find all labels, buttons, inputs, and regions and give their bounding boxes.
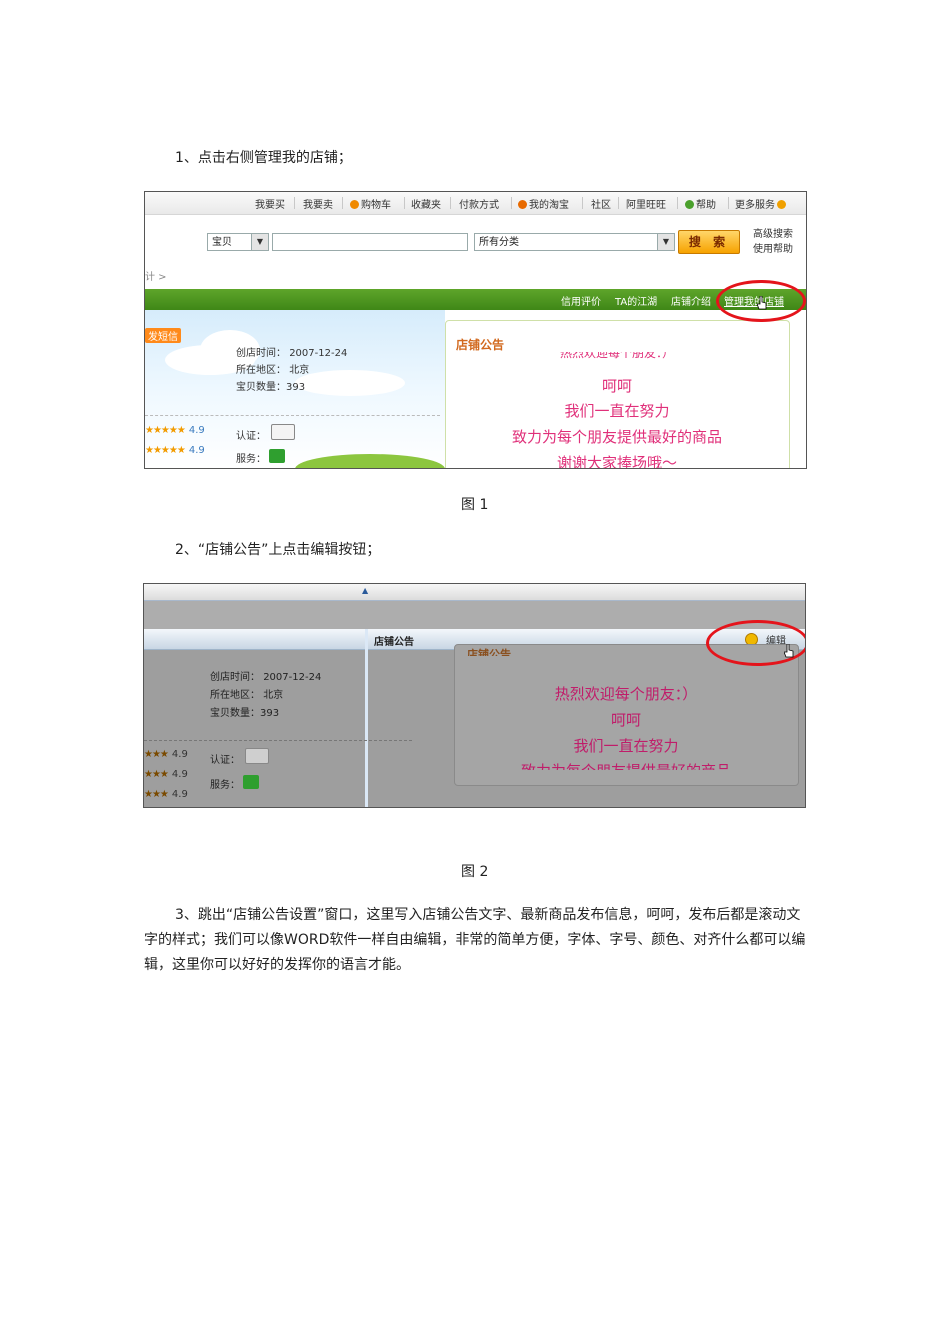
notice-line: 我们一直在努力 (564, 402, 670, 420)
nav-payment[interactable]: 付款方式 (459, 196, 499, 211)
step2-instruction: 2、“店铺公告”上点击编辑按钮； (175, 542, 381, 558)
shop-created-info: 创店时间： 2007-12-24 (210, 672, 322, 683)
certification-icon (245, 748, 269, 764)
rating-stars: ★★★ 4.9 (144, 769, 188, 780)
notice-line: 呵呵 (610, 711, 641, 729)
figure1-screenshot: 我要买 我要卖 购物车 收藏夹 付款方式 我的淘宝 社区 阿里旺旺 帮助 更多服… (144, 191, 807, 469)
notice-line: 致力为每个朋友提供最好的商品 (476, 760, 776, 770)
rating-stars: ★★★★★ 4.9 (145, 425, 205, 436)
shop-created-info: 创店时间： 2007-12-24 (236, 348, 348, 359)
figure2-caption: 图 2 (461, 864, 489, 880)
shop-nav-bar: 信用评价 TA的江湖 店铺介绍 管理我的店铺 (145, 289, 806, 310)
nav-cart[interactable]: 购物车 (350, 196, 391, 211)
service-label: 服务： (236, 454, 266, 465)
nav-help[interactable]: 帮助 (685, 196, 716, 211)
step1-instruction: 1、点击右侧管理我的店铺； (175, 150, 352, 166)
nav-ta-jianghu[interactable]: TA的江湖 (615, 293, 657, 308)
certification-icon (271, 424, 295, 440)
shop-count-info: 宝贝数量：393 (210, 708, 280, 719)
nav-buy[interactable]: 我要买 (255, 196, 285, 211)
rating-stars: ★★★★★ 4.9 (145, 445, 205, 456)
shop-region-info: 所在地区： 北京 (236, 365, 310, 376)
top-strip: ▲ (144, 584, 805, 601)
notice-line: 我们一直在努力 (573, 737, 679, 755)
advanced-search-link[interactable]: 高级搜索 (753, 225, 793, 240)
hand-cursor-icon (757, 296, 767, 310)
module-header-title: 店铺公告 (374, 637, 414, 648)
nav-my-taobao[interactable]: 我的淘宝 (518, 196, 569, 211)
notice-line: 致力为每个朋友提供最好的商品 (511, 428, 722, 446)
help-icon (685, 200, 694, 209)
top-nav-bar: 我要买 我要卖 购物车 收藏夹 付款方式 我的淘宝 社区 阿里旺旺 帮助 更多服… (145, 192, 806, 215)
rating-stars: ★★★ 4.9 (144, 789, 188, 800)
chevron-down-icon: ▼ (657, 234, 674, 250)
nav-credit-rating[interactable]: 信用评价 (561, 293, 601, 308)
nav-sell[interactable]: 我要卖 (303, 196, 333, 211)
breadcrumb: 计 > (145, 272, 167, 283)
notice-line: 呵呵 (601, 377, 632, 395)
search-help-link[interactable]: 使用帮助 (753, 240, 793, 255)
shop-notice-title: 店铺公告 (467, 648, 511, 656)
chevron-down-icon: ▼ (251, 234, 268, 250)
nav-favorites[interactable]: 收藏夹 (411, 196, 441, 211)
step3-instruction: 3、跳出“店铺公告设置”窗口，这里写入店铺公告文字、最新商品发布信息，呵呵，发布… (144, 907, 806, 973)
send-sms-badge[interactable]: 发短信 (145, 328, 181, 343)
service-guarantee-icon (269, 449, 285, 463)
hand-cursor-icon (784, 644, 794, 658)
search-input[interactable] (272, 233, 468, 251)
cert-label: 认证： (236, 431, 266, 442)
shop-region-info: 所在地区： 北京 (210, 690, 284, 701)
shop-count-info: 宝贝数量：393 (236, 382, 306, 393)
nav-wangwang[interactable]: 阿里旺旺 (626, 196, 666, 211)
notice-line: 热烈欢迎每个朋友：） (554, 685, 698, 703)
search-button[interactable]: 搜 索 (678, 230, 740, 254)
category-select[interactable]: 所有分类 ▼ (474, 233, 675, 251)
cart-icon (350, 200, 359, 209)
nav-community[interactable]: 社区 (591, 196, 611, 211)
more-icon (777, 200, 786, 209)
service-label: 服务： (210, 780, 240, 791)
rating-stars: ★★★ 4.9 (144, 749, 188, 760)
collapse-up-icon[interactable]: ▲ (362, 586, 368, 595)
nav-shop-intro[interactable]: 店铺介绍 (671, 293, 711, 308)
notice-line: 热烈欢迎每个朋友：） (559, 352, 674, 360)
cert-label: 认证： (210, 755, 240, 766)
notice-line: 谢谢大家捧场哦～ (556, 454, 677, 469)
shop-notice-title: 店铺公告 (456, 338, 505, 352)
highlight-ring (706, 620, 805, 666)
search-type-select[interactable]: 宝贝 ▼ (207, 233, 269, 251)
figure2-screenshot: ▲ 店铺公告 编辑 创店时间： 2007-12-24 所在地区： 北京 宝贝数量… (143, 583, 806, 808)
figure1-caption: 图 1 (461, 497, 489, 513)
search-row: 宝贝 ▼ 所有分类 ▼ 搜 索 高级搜索 使用帮助 (145, 215, 806, 273)
house-icon (518, 200, 527, 209)
service-guarantee-icon (243, 775, 259, 789)
nav-more-services[interactable]: 更多服务 (735, 196, 788, 211)
